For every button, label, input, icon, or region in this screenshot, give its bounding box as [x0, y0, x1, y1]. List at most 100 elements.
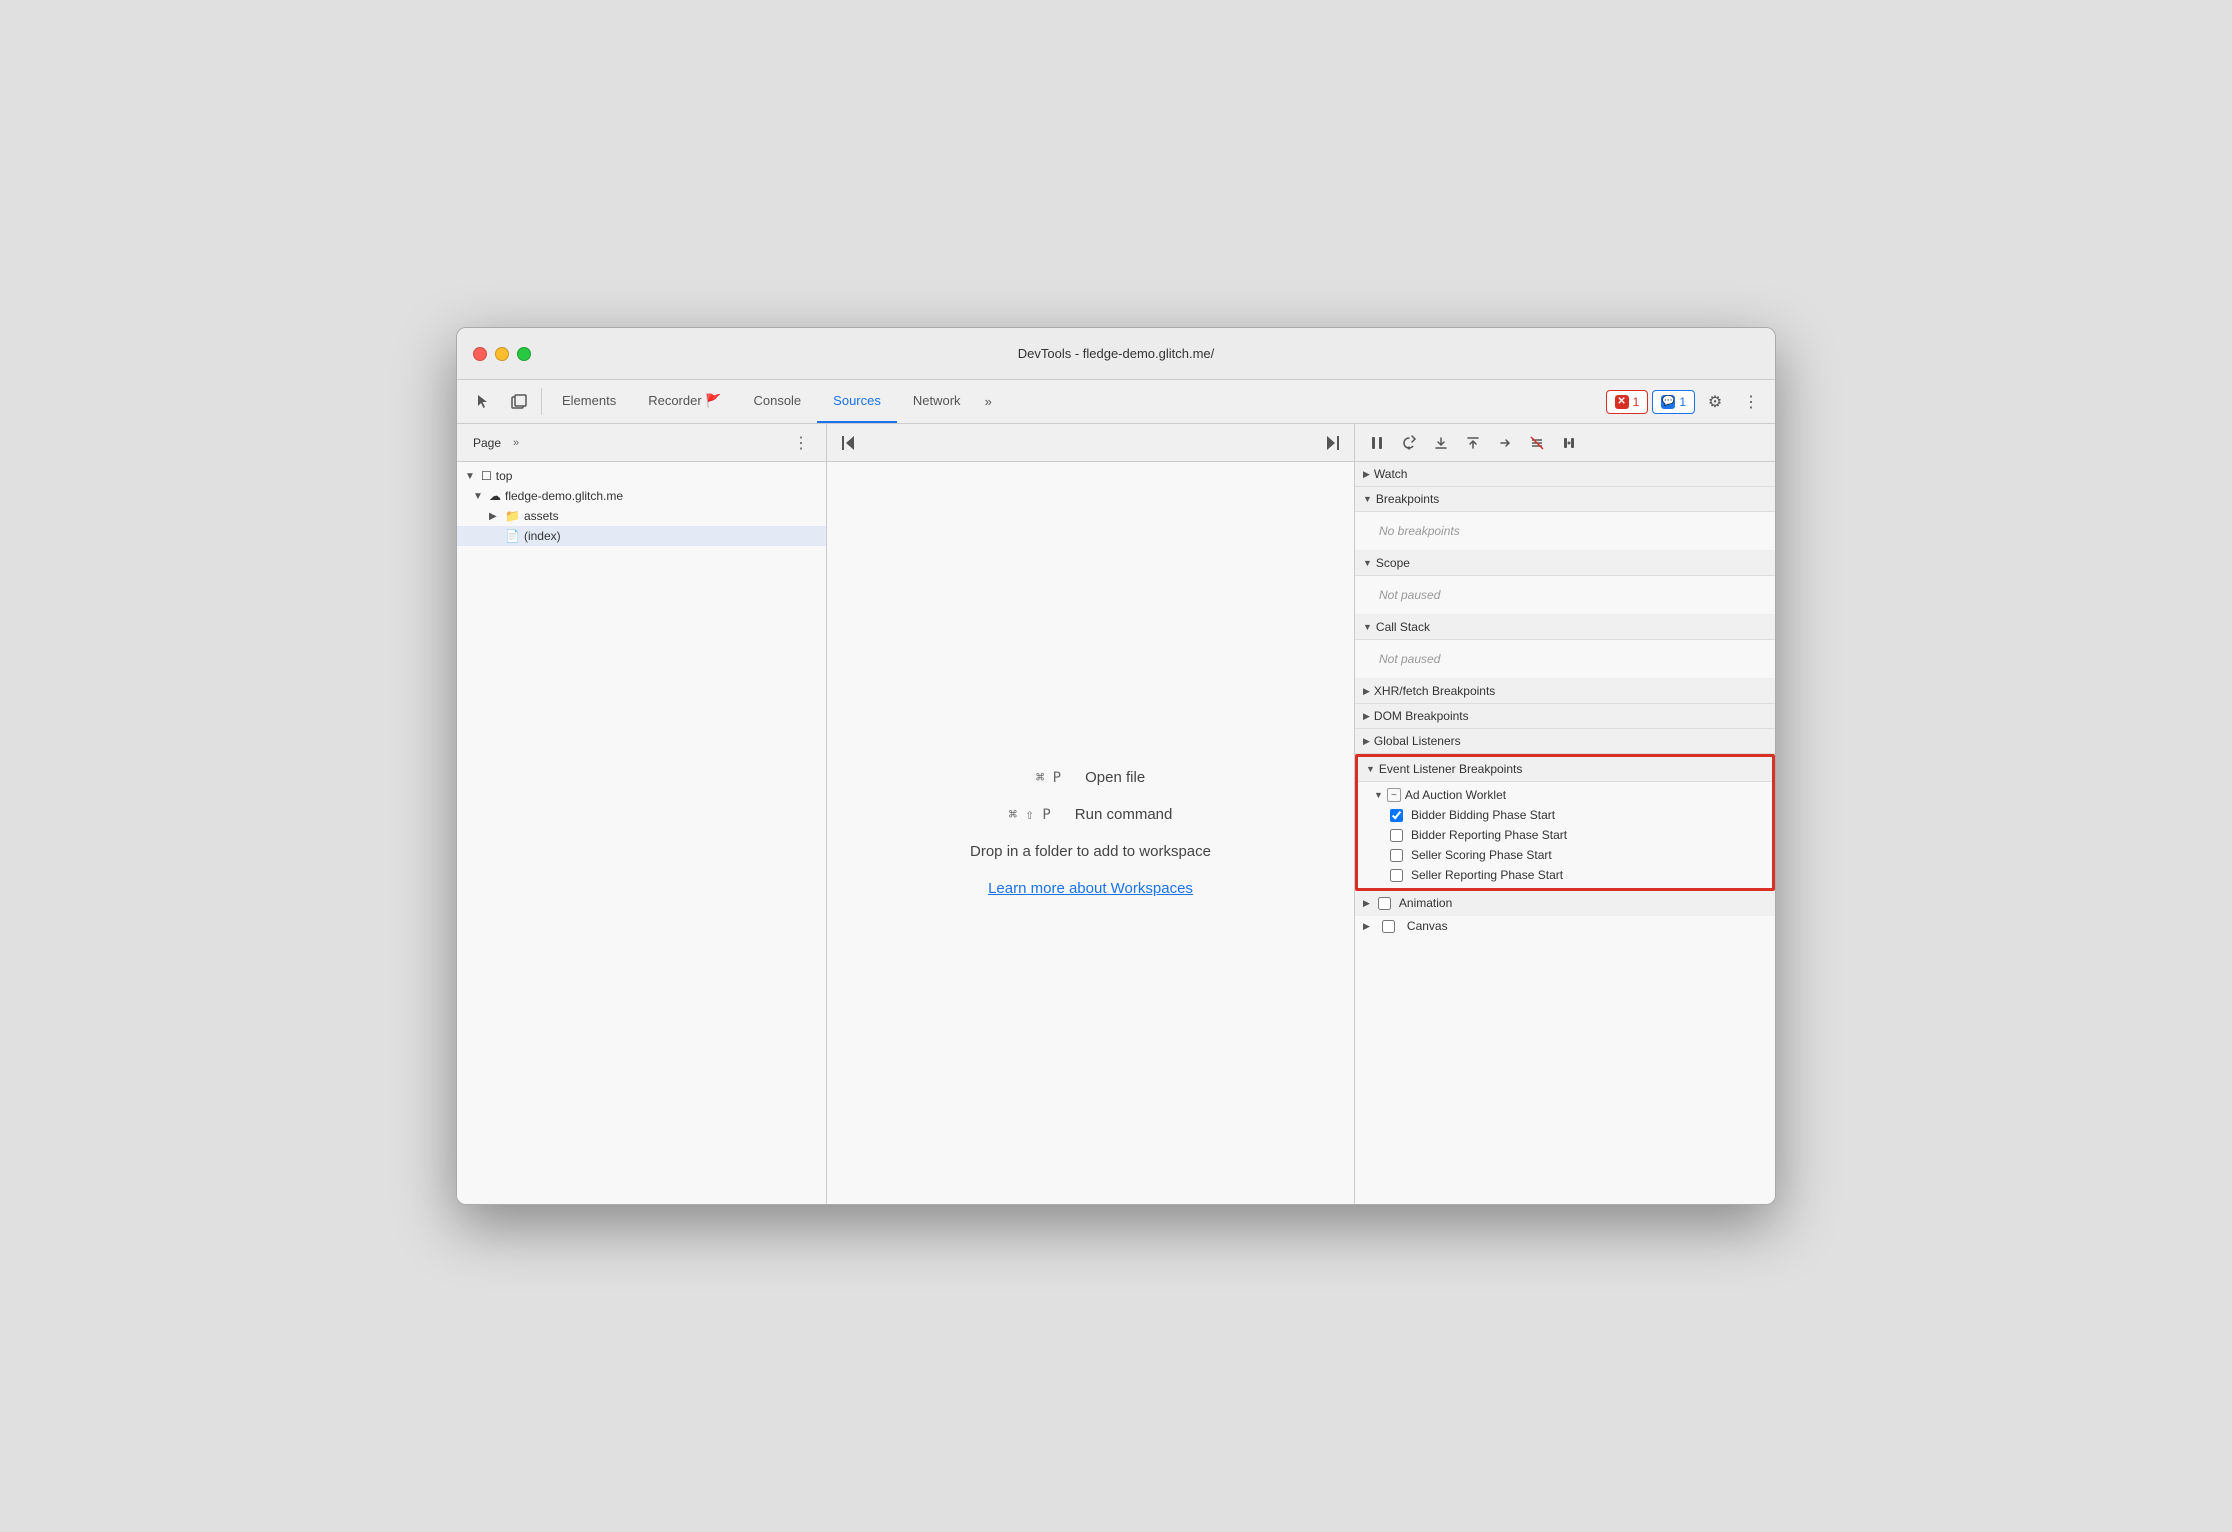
watch-label: Watch — [1374, 467, 1408, 481]
checkbox-seller-scoring[interactable]: Seller Scoring Phase Start — [1358, 845, 1772, 865]
checkbox-bidder-bidding-input[interactable] — [1390, 809, 1403, 822]
checkbox-bidder-reporting[interactable]: Bidder Reporting Phase Start — [1358, 825, 1772, 845]
right-panel-content: ▶ Watch ▼ Breakpoints No breakpoints ▼ S… — [1355, 462, 1775, 1204]
shortcut-key-open: ⌘ P — [1036, 770, 1061, 786]
cloud-icon: ☁ — [489, 489, 501, 503]
callstack-body: Not paused — [1355, 640, 1775, 679]
panel-toolbar-right: ⋮ — [785, 433, 818, 453]
scope-arrow: ▼ — [1363, 558, 1372, 568]
checkbox-bidder-bidding[interactable]: Bidder Bidding Phase Start — [1358, 805, 1772, 825]
ad-auction-minus-icon: − — [1387, 788, 1401, 802]
main-content: Page » ⋮ ▼ ☐ top ▼ ☁ fledge-demo.glitch.… — [457, 424, 1775, 1204]
close-button[interactable] — [473, 347, 487, 361]
tree-arrow-assets: ▶ — [489, 511, 501, 522]
shortcut-run-command: ⌘ ⇧ P Run command — [1009, 806, 1173, 823]
cursor-icon[interactable] — [465, 380, 501, 424]
shortcut-label-open: Open file — [1085, 769, 1145, 786]
error-icon: ✕ — [1615, 395, 1629, 409]
tab-sources[interactable]: Sources — [817, 380, 897, 423]
animation-arrow: ▶ — [1363, 898, 1370, 909]
checkbox-seller-scoring-input[interactable] — [1390, 849, 1403, 862]
watch-section-header[interactable]: ▶ Watch — [1355, 462, 1775, 487]
ad-auction-arrow: ▼ — [1374, 790, 1383, 800]
minimize-button[interactable] — [495, 347, 509, 361]
folder-icon-assets: 📁 — [505, 509, 520, 523]
info-badge-button[interactable]: 💬 1 — [1652, 390, 1695, 414]
step-button[interactable] — [1491, 429, 1519, 457]
maximize-button[interactable] — [517, 347, 531, 361]
checkbox-bidder-reporting-input[interactable] — [1390, 829, 1403, 842]
animation-section-header[interactable]: ▶ Animation — [1355, 891, 1775, 916]
checkbox-bidder-bidding-label: Bidder Bidding Phase Start — [1411, 808, 1555, 822]
checkbox-seller-scoring-label: Seller Scoring Phase Start — [1411, 848, 1552, 862]
watch-arrow: ▶ — [1363, 469, 1370, 480]
breakpoints-arrow: ▼ — [1363, 494, 1372, 504]
nav-left-button[interactable] — [835, 429, 863, 457]
breakpoints-label: Breakpoints — [1376, 492, 1439, 506]
global-section-header[interactable]: ▶ Global Listeners — [1355, 729, 1775, 754]
panel-chevron[interactable]: » — [509, 433, 523, 453]
middle-content: ⌘ P Open file ⌘ ⇧ P Run command Drop in … — [827, 462, 1354, 1204]
checkbox-seller-reporting-input[interactable] — [1390, 869, 1403, 882]
devtools-window: DevTools - fledge-demo.glitch.me/ Elemen… — [456, 327, 1776, 1205]
tab-separator — [541, 388, 542, 415]
tab-network[interactable]: Network — [897, 380, 977, 423]
callstack-section-header[interactable]: ▼ Call Stack — [1355, 615, 1775, 640]
deactivate-button[interactable] — [1523, 429, 1551, 457]
tree-item-index[interactable]: 📄 (index) — [457, 526, 826, 546]
event-listener-header[interactable]: ▼ Event Listener Breakpoints — [1358, 757, 1772, 782]
tree-item-top[interactable]: ▼ ☐ top — [457, 466, 826, 486]
tree-item-domain[interactable]: ▼ ☁ fledge-demo.glitch.me — [457, 486, 826, 506]
debug-toolbar — [1355, 424, 1775, 462]
pause-async-button[interactable] — [1555, 429, 1583, 457]
nav-right-button[interactable] — [1318, 429, 1346, 457]
dom-section-header[interactable]: ▶ DOM Breakpoints — [1355, 704, 1775, 729]
canvas-arrow: ▶ — [1363, 921, 1370, 932]
tree-label-index: (index) — [524, 529, 561, 543]
tree-arrow-domain: ▼ — [473, 491, 485, 502]
tab-console[interactable]: Console — [737, 380, 817, 423]
checkbox-seller-reporting[interactable]: Seller Reporting Phase Start — [1358, 865, 1772, 885]
settings-button[interactable]: ⚙ — [1699, 386, 1731, 418]
xhr-section-header[interactable]: ▶ XHR/fetch Breakpoints — [1355, 679, 1775, 704]
panel-toolbar: Page » ⋮ — [457, 424, 826, 462]
step-into-button[interactable] — [1427, 429, 1455, 457]
tree-label-domain: fledge-demo.glitch.me — [505, 489, 623, 503]
duplicate-icon[interactable] — [501, 380, 537, 424]
tab-bar-right: ✕ 1 💬 1 ⚙ ⋮ — [1606, 380, 1767, 423]
tab-recorder[interactable]: Recorder 🚩 — [632, 380, 737, 423]
pause-button[interactable] — [1363, 429, 1391, 457]
step-out-button[interactable] — [1459, 429, 1487, 457]
tab-bar: Elements Recorder 🚩 Console Sources Netw… — [457, 380, 1775, 424]
breakpoints-section-header[interactable]: ▼ Breakpoints — [1355, 487, 1775, 512]
window-controls — [473, 347, 531, 361]
global-arrow: ▶ — [1363, 736, 1370, 747]
step-over-button[interactable] — [1395, 429, 1423, 457]
event-listener-arrow: ▼ — [1366, 764, 1375, 774]
workspace-link[interactable]: Learn more about Workspaces — [988, 880, 1193, 897]
more-button[interactable]: ⋮ — [1735, 386, 1767, 418]
canvas-section-partial: ▶ Canvas — [1355, 916, 1775, 936]
dom-arrow: ▶ — [1363, 711, 1370, 722]
folder-icon-top: ☐ — [481, 469, 492, 483]
canvas-label: Canvas — [1407, 919, 1448, 933]
canvas-checkbox[interactable] — [1382, 920, 1395, 933]
callstack-label: Call Stack — [1376, 620, 1430, 634]
error-badge-button[interactable]: ✕ 1 — [1606, 390, 1649, 414]
scope-section-header[interactable]: ▼ Scope — [1355, 551, 1775, 576]
scope-not-paused: Not paused — [1355, 580, 1775, 610]
ad-auction-header[interactable]: ▼ − Ad Auction Worklet — [1358, 785, 1772, 805]
breakpoints-body: No breakpoints — [1355, 512, 1775, 551]
tab-overflow[interactable]: » — [977, 380, 1000, 423]
tree-arrow-top: ▼ — [465, 471, 477, 482]
tree-item-assets[interactable]: ▶ 📁 assets — [457, 506, 826, 526]
panel-more-button[interactable]: ⋮ — [785, 431, 818, 456]
window-title: DevTools - fledge-demo.glitch.me/ — [1018, 346, 1215, 361]
event-listener-highlighted: ▼ Event Listener Breakpoints ▼ − Ad Auct… — [1355, 754, 1775, 891]
callstack-not-paused: Not paused — [1355, 644, 1775, 674]
global-label: Global Listeners — [1374, 734, 1461, 748]
page-tab[interactable]: Page — [465, 432, 509, 454]
animation-checkbox[interactable] — [1378, 897, 1391, 910]
scope-body: Not paused — [1355, 576, 1775, 615]
tab-elements[interactable]: Elements — [546, 380, 632, 423]
